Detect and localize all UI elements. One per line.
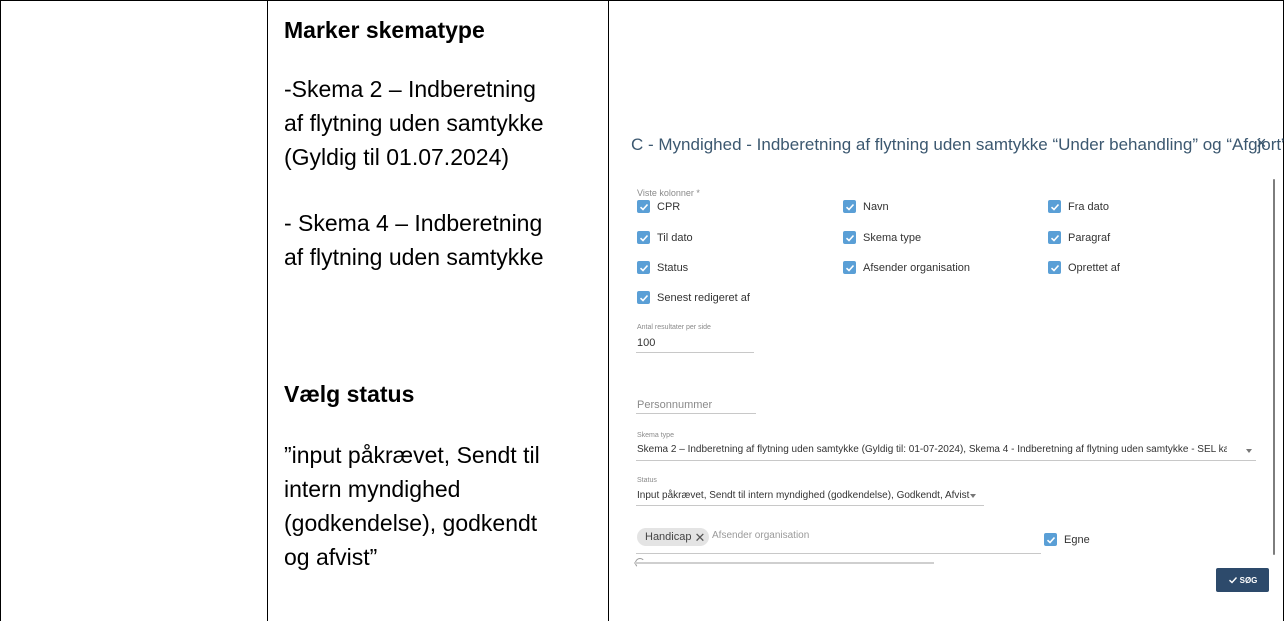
cut-off-hint [634,558,1054,564]
heading-vaelg-status: Vælg status [284,381,415,407]
text-line: af flytning uden samtykke [284,110,544,136]
chevron-down-icon[interactable] [1246,449,1252,453]
text-line: af flytning uden samtykke [284,244,544,270]
checkbox-senest-redigeret-af[interactable]: Senest redigeret af [637,291,750,304]
checkbox-label: Egne [1064,533,1090,546]
scrollbar[interactable] [1273,179,1275,555]
checkbox-label: Oprettet af [1068,261,1120,274]
cpr-underline [636,413,756,414]
checkbox-skema-type[interactable]: Skema type [843,231,921,244]
schema-type-select[interactable]: Skema 2 – Indberetning af flytning uden … [637,444,1227,455]
checkbox-egne[interactable]: Egne [1044,533,1090,546]
checkbox-label: Afsender organisation [863,261,971,274]
check-icon [637,291,650,304]
cpr-input[interactable]: Personnummer [637,399,712,411]
check-icon [1228,577,1237,584]
checkbox-oprettet-af[interactable]: Oprettet af [1048,261,1120,274]
table-border-col2 [608,0,609,621]
checkbox-navn[interactable]: Navn [843,200,889,213]
checkbox-afsender-organisation[interactable]: Afsender organisation [843,261,970,274]
checkbox-label: Paragraf [1068,231,1111,244]
text-line: - Skema 4 – Indberetning [284,210,543,236]
text-line: og afvist” [284,544,378,570]
check-icon [843,200,856,213]
check-icon [1048,261,1061,274]
checkbox-cpr[interactable]: CPR [637,200,680,213]
results-per-page-input[interactable]: 100 [637,337,655,349]
checkbox-til-dato[interactable]: Til dato [637,231,693,244]
status-text: ”input påkrævet, Sendt til intern myndig… [284,438,540,574]
schema-4-text: - Skema 4 – Indberetning af flytning ude… [284,206,544,274]
sender-org-underline [636,553,1041,554]
heading-marker-skematype: Marker skematype [284,17,485,43]
search-button-label: SØG [1239,575,1258,585]
checkbox-label: Til dato [657,231,693,244]
schema-type-label: Skema type [637,432,674,439]
schema-2-text: -Skema 2 – Indberetning af flytning uden… [284,72,544,174]
checkbox-label: Fra dato [1068,200,1109,213]
checkbox-label: Senest redigeret af [657,291,750,304]
search-button[interactable]: SØG [1216,568,1269,592]
text-line: (godkendelse), godkendt [284,510,538,536]
check-icon [1048,231,1061,244]
text-line: ”input påkrævet, Sendt til [284,442,540,468]
status-underline [636,505,984,506]
check-icon [1044,533,1057,546]
check-icon [1048,200,1061,213]
table-border-col1 [267,0,268,621]
columns-label: Viste kolonner * [637,188,700,198]
text-line: (Gyldig til 01.07.2024) [284,144,510,170]
table-border-left [0,0,1,621]
remove-chip-icon[interactable]: ✕ [694,531,705,544]
check-icon [843,231,856,244]
status-label: Status [637,477,657,484]
checkbox-label: Status [657,261,689,274]
dialog-title: C - Myndighed - Indberetning af flytning… [631,135,1284,154]
handicap-chip[interactable]: Handicap ✕ [637,528,710,546]
sender-org-input[interactable]: Afsender organisation [712,530,809,541]
checkbox-label: Navn [863,200,889,213]
results-per-page-underline [636,352,754,353]
results-per-page-label: Antal resultater per side [637,324,711,331]
check-icon [843,261,856,274]
checkbox-status[interactable]: Status [637,261,688,274]
schema-type-underline [636,460,1256,461]
checkbox-label: Skema type [863,231,922,244]
status-select[interactable]: Input påkrævet, Sendt til intern myndigh… [637,490,969,501]
checkbox-fra-dato[interactable]: Fra dato [1048,200,1109,213]
text-line: intern myndighed [284,476,461,502]
check-icon [637,261,650,274]
chevron-down-icon[interactable] [970,494,976,498]
close-icon[interactable]: × [1256,133,1272,153]
text-line: -Skema 2 – Indberetning [284,76,536,102]
checkbox-label: CPR [657,200,681,213]
check-icon [637,200,650,213]
checkbox-paragraf[interactable]: Paragraf [1048,231,1110,244]
check-icon [637,231,650,244]
table-border-top [0,0,1284,1]
chip-label: Handicap [645,531,692,543]
